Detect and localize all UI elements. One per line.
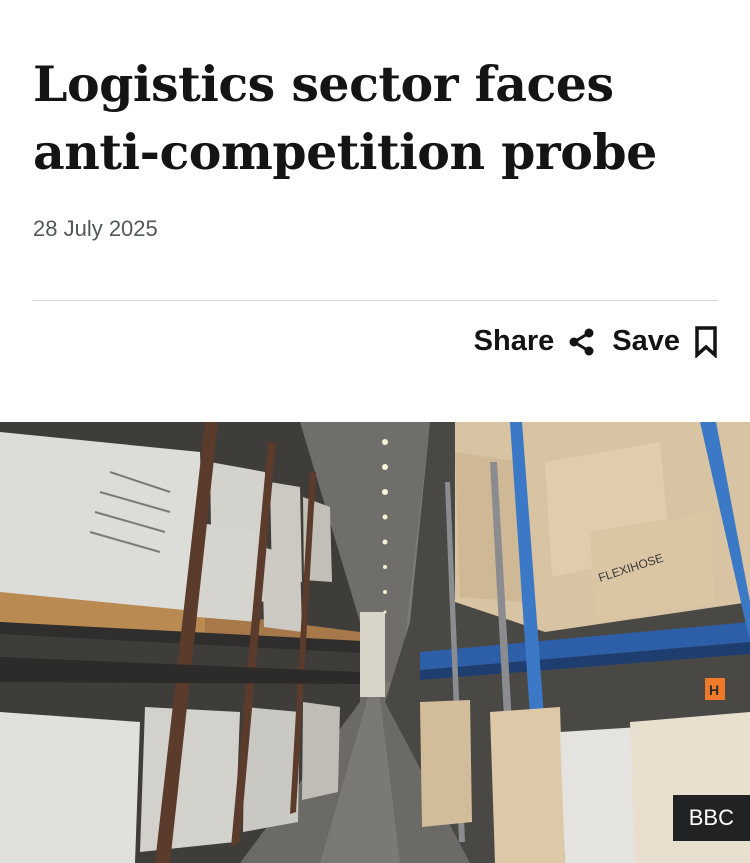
svg-text:H: H [709, 682, 719, 698]
article-date: 28 July 2025 [33, 216, 158, 241]
save-button[interactable]: Save [612, 325, 718, 358]
article-actions: Share Save [474, 325, 718, 358]
article-headline: Logistics sector faces anti-competition … [33, 55, 657, 181]
share-button[interactable]: Share [474, 325, 597, 358]
save-label: Save [612, 325, 680, 357]
divider [32, 300, 718, 301]
bookmark-icon [694, 325, 718, 358]
warehouse-photo: FLEXIHOSE H [0, 422, 750, 863]
article-image: FLEXIHOSE H BBC [0, 422, 750, 863]
share-label: Share [473, 325, 555, 357]
image-credit: BBC [672, 795, 750, 841]
share-icon [568, 327, 596, 357]
